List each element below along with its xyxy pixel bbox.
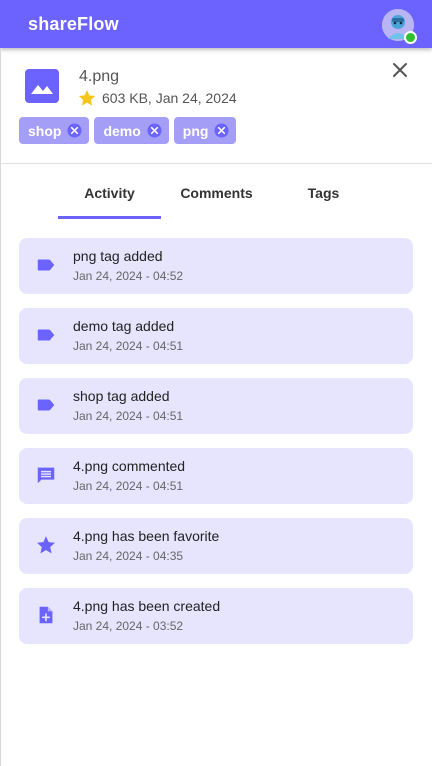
file-meta: 603 KB, Jan 24, 2024 bbox=[77, 88, 237, 108]
activity-title: shop tag added bbox=[73, 388, 170, 404]
activity-item[interactable]: shop tag added Jan 24, 2024 - 04:51 bbox=[19, 378, 413, 434]
file-name: 4.png bbox=[79, 68, 120, 85]
image-file-icon bbox=[25, 69, 59, 103]
tag-icon bbox=[37, 329, 55, 341]
favorite-star-icon[interactable] bbox=[77, 88, 97, 108]
file-details-header: 4.png 603 KB, Jan 24, 2024 shop demo png bbox=[0, 48, 432, 164]
activity-title: 4.png commented bbox=[73, 458, 186, 474]
remove-tag-icon[interactable] bbox=[67, 123, 82, 138]
activity-item[interactable]: 4.png commented Jan 24, 2024 - 04:51 bbox=[19, 448, 413, 504]
tab-active-indicator bbox=[58, 216, 161, 219]
tag-chip-shop[interactable]: shop bbox=[19, 117, 90, 144]
activity-item[interactable]: 4.png has been created Jan 24, 2024 - 03… bbox=[19, 588, 413, 644]
user-avatar[interactable] bbox=[382, 9, 417, 44]
online-status-dot bbox=[404, 31, 417, 44]
activity-item[interactable]: png tag added Jan 24, 2024 - 04:52 bbox=[19, 238, 413, 294]
activity-time: Jan 24, 2024 - 04:52 bbox=[73, 269, 184, 283]
tag-chips: shop demo png bbox=[19, 117, 237, 144]
activity-title: 4.png has been created bbox=[73, 598, 221, 614]
tag-chip-label: shop bbox=[28, 122, 62, 139]
close-icon[interactable] bbox=[390, 60, 410, 80]
activity-title: 4.png has been favorite bbox=[73, 528, 220, 544]
tag-chip-label: png bbox=[182, 122, 209, 139]
star-icon bbox=[37, 536, 55, 554]
file-add-icon bbox=[39, 606, 53, 624]
remove-tag-icon[interactable] bbox=[214, 123, 229, 138]
activity-title: demo tag added bbox=[73, 318, 175, 334]
tag-chip-demo[interactable]: demo bbox=[94, 117, 169, 144]
comment-icon bbox=[37, 467, 55, 484]
tab-activity[interactable]: Activity bbox=[58, 165, 161, 220]
activity-time: Jan 24, 2024 - 03:52 bbox=[73, 619, 184, 633]
tag-chip-label: demo bbox=[103, 122, 141, 139]
activity-list: png tag added Jan 24, 2024 - 04:52 demo … bbox=[19, 238, 413, 658]
tag-chip-png[interactable]: png bbox=[173, 117, 237, 144]
tag-icon bbox=[37, 259, 55, 271]
activity-time: Jan 24, 2024 - 04:51 bbox=[73, 339, 184, 353]
activity-item[interactable]: 4.png has been favorite Jan 24, 2024 - 0… bbox=[19, 518, 413, 574]
activity-title: png tag added bbox=[73, 248, 163, 264]
file-size-date: 603 KB, Jan 24, 2024 bbox=[102, 90, 237, 106]
activity-time: Jan 24, 2024 - 04:51 bbox=[73, 409, 184, 423]
tag-icon bbox=[37, 399, 55, 411]
activity-item[interactable]: demo tag added Jan 24, 2024 - 04:51 bbox=[19, 308, 413, 364]
tab-comments[interactable]: Comments bbox=[165, 165, 268, 220]
app-title[interactable]: shareFlow bbox=[28, 14, 119, 35]
activity-time: Jan 24, 2024 - 04:51 bbox=[73, 479, 184, 493]
activity-time: Jan 24, 2024 - 04:35 bbox=[73, 549, 184, 563]
remove-tag-icon[interactable] bbox=[147, 123, 162, 138]
tab-tags[interactable]: Tags bbox=[272, 165, 375, 220]
detail-tabs: Activity Comments Tags bbox=[0, 165, 432, 220]
app-bar: shareFlow bbox=[0, 0, 432, 48]
